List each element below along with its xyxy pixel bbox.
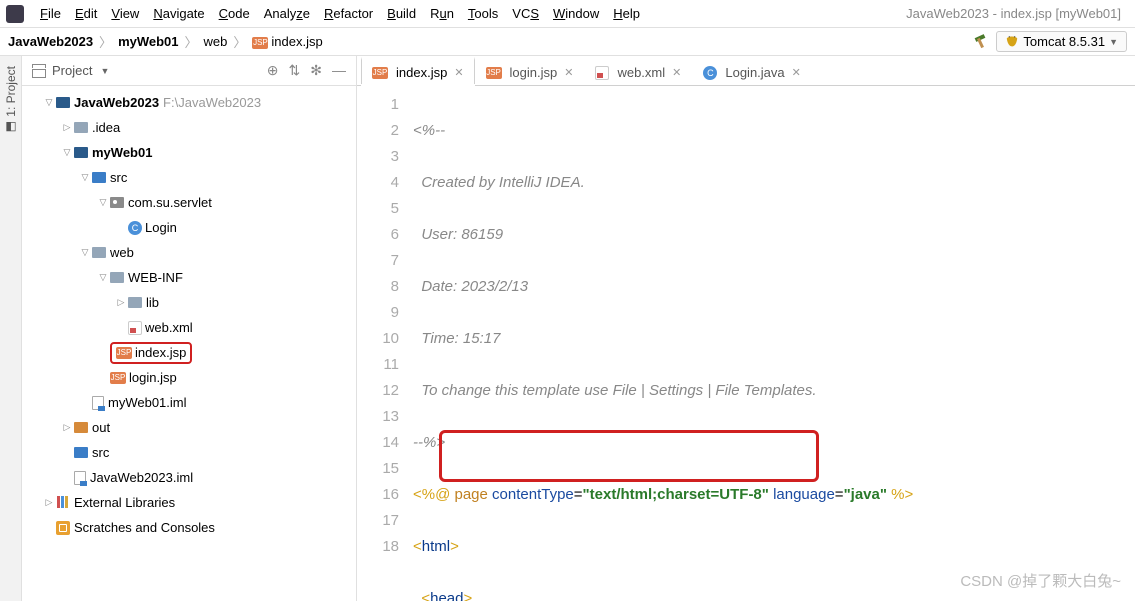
- iml-file-icon: [74, 471, 86, 485]
- tree-proj-iml[interactable]: JavaWeb2023.iml: [22, 465, 356, 490]
- tree-indexjsp[interactable]: JSPindex.jsp: [22, 340, 356, 365]
- tomcat-icon: [1005, 35, 1019, 49]
- tree-out[interactable]: ▷out: [22, 415, 356, 440]
- close-icon[interactable]: ✕: [672, 66, 681, 79]
- tree-lib[interactable]: ▷lib: [22, 290, 356, 315]
- breadcrumb-root[interactable]: JavaWeb2023: [8, 34, 93, 49]
- folder-icon: [128, 297, 142, 308]
- iml-file-icon: [92, 396, 104, 410]
- menu-run[interactable]: Run: [424, 4, 460, 23]
- tree-web[interactable]: ▽web: [22, 240, 356, 265]
- tree-module[interactable]: ▽myWeb01: [22, 140, 356, 165]
- folder-icon: [74, 122, 88, 133]
- tree-idea[interactable]: ▷.idea: [22, 115, 356, 140]
- menu-view[interactable]: View: [105, 4, 145, 23]
- folder-icon: [110, 272, 124, 283]
- editor[interactable]: 123456789101112131415161718 <%-- Created…: [357, 86, 1135, 601]
- menu-build[interactable]: Build: [381, 4, 422, 23]
- breadcrumb-file[interactable]: JSPindex.jsp: [252, 34, 322, 49]
- project-folder-icon: [56, 97, 70, 108]
- project-tool-button[interactable]: ◨1: Project: [4, 60, 18, 141]
- chevron-right-icon: 〉: [185, 32, 198, 51]
- module-folder-icon: [74, 147, 88, 158]
- code-area[interactable]: <%-- Created by IntelliJ IDEA. User: 861…: [409, 86, 1135, 601]
- editor-area: JSPindex.jsp✕ JSPlogin.jsp✕ web.xml✕ CLo…: [357, 56, 1135, 601]
- menu-vcs[interactable]: VCS: [506, 4, 545, 23]
- breadcrumb[interactable]: JavaWeb2023 〉 myWeb01 〉 web 〉 JSPindex.j…: [8, 32, 323, 51]
- menu-window[interactable]: Window: [547, 4, 605, 23]
- scratches-icon: [56, 521, 70, 535]
- chevron-down-icon[interactable]: ▼: [100, 66, 109, 76]
- menu-file[interactable]: File: [34, 4, 67, 23]
- xml-file-icon: [128, 321, 142, 335]
- tab-login-jsp[interactable]: JSPlogin.jsp✕: [475, 59, 585, 85]
- libraries-icon: [56, 496, 70, 510]
- class-icon: C: [128, 221, 142, 235]
- window-title: JavaWeb2023 - index.jsp [myWeb01]: [906, 6, 1129, 21]
- class-icon: C: [703, 66, 717, 80]
- tree-scratches[interactable]: Scratches and Consoles: [22, 515, 356, 540]
- chevron-down-icon: ▼: [1109, 37, 1118, 47]
- app-logo-icon: [6, 5, 24, 23]
- tab-web-xml[interactable]: web.xml✕: [584, 59, 692, 85]
- close-icon[interactable]: ✕: [454, 66, 463, 79]
- project-panel-title[interactable]: Project: [52, 63, 92, 78]
- close-icon[interactable]: ✕: [564, 66, 573, 79]
- menubar: File Edit View Navigate Code Analyze Ref…: [0, 0, 1135, 28]
- tree-src2[interactable]: src: [22, 440, 356, 465]
- build-icon[interactable]: [972, 34, 988, 50]
- gear-icon[interactable]: ✻: [310, 62, 322, 79]
- output-folder-icon: [74, 422, 88, 433]
- breadcrumb-module[interactable]: myWeb01: [118, 34, 178, 49]
- jsp-icon: JSP: [372, 67, 388, 79]
- close-icon[interactable]: ✕: [792, 66, 801, 79]
- tree-package[interactable]: ▽com.su.servlet: [22, 190, 356, 215]
- jsp-icon: JSP: [252, 37, 268, 49]
- tree-ext-libraries[interactable]: ▷External Libraries: [22, 490, 356, 515]
- gutter: 123456789101112131415161718: [357, 86, 409, 601]
- breadcrumb-folder[interactable]: web: [204, 34, 228, 49]
- tab-index-jsp[interactable]: JSPindex.jsp✕: [361, 57, 475, 85]
- menu-navigate[interactable]: Navigate: [147, 4, 210, 23]
- run-config-selector[interactable]: Tomcat 8.5.31 ▼: [996, 31, 1127, 52]
- menu-tools[interactable]: Tools: [462, 4, 504, 23]
- menu-help[interactable]: Help: [607, 4, 646, 23]
- source-folder-icon: [74, 447, 88, 458]
- menu-refactor[interactable]: Refactor: [318, 4, 379, 23]
- chevron-right-icon: 〉: [99, 32, 112, 51]
- menu-code[interactable]: Code: [213, 4, 256, 23]
- tree-webinf[interactable]: ▽WEB-INF: [22, 265, 356, 290]
- tree-webxml[interactable]: web.xml: [22, 315, 356, 340]
- editor-tabs: JSPindex.jsp✕ JSPlogin.jsp✕ web.xml✕ CLo…: [357, 56, 1135, 86]
- xml-file-icon: [595, 66, 609, 80]
- project-panel: Project ▼ ⊕ ⇅ ✻ — ▽JavaWeb2023F:\JavaWeb…: [22, 56, 357, 601]
- tree-iml[interactable]: myWeb01.iml: [22, 390, 356, 415]
- tree-root[interactable]: ▽JavaWeb2023F:\JavaWeb2023: [22, 90, 356, 115]
- tab-login-java[interactable]: CLogin.java✕: [692, 59, 812, 85]
- tree-class-login[interactable]: CLogin: [22, 215, 356, 240]
- menu-edit[interactable]: Edit: [69, 4, 103, 23]
- expand-all-icon[interactable]: ⇅: [289, 62, 301, 79]
- source-folder-icon: [92, 172, 106, 183]
- chevron-right-icon: 〉: [233, 32, 246, 51]
- project-tree[interactable]: ▽JavaWeb2023F:\JavaWeb2023 ▷.idea ▽myWeb…: [22, 86, 356, 601]
- watermark: CSDN @掉了颗大白兔~: [960, 570, 1121, 591]
- navigation-bar: JavaWeb2023 〉 myWeb01 〉 web 〉 JSPindex.j…: [0, 28, 1135, 56]
- tree-loginjsp[interactable]: JSPlogin.jsp: [22, 365, 356, 390]
- jsp-icon: JSP: [116, 347, 132, 359]
- jsp-icon: JSP: [110, 372, 126, 384]
- select-opened-file-icon[interactable]: ⊕: [267, 62, 279, 79]
- hide-panel-icon[interactable]: —: [332, 62, 346, 79]
- project-view-icon: [32, 64, 46, 78]
- run-config-label: Tomcat 8.5.31: [1023, 34, 1105, 49]
- tree-src[interactable]: ▽src: [22, 165, 356, 190]
- project-panel-header: Project ▼ ⊕ ⇅ ✻ —: [22, 56, 356, 86]
- web-folder-icon: [92, 247, 106, 258]
- package-icon: [110, 197, 124, 208]
- tool-window-stripe: ◨1: Project: [0, 56, 22, 601]
- menu-analyze[interactable]: Analyze: [258, 4, 316, 23]
- jsp-icon: JSP: [486, 67, 502, 79]
